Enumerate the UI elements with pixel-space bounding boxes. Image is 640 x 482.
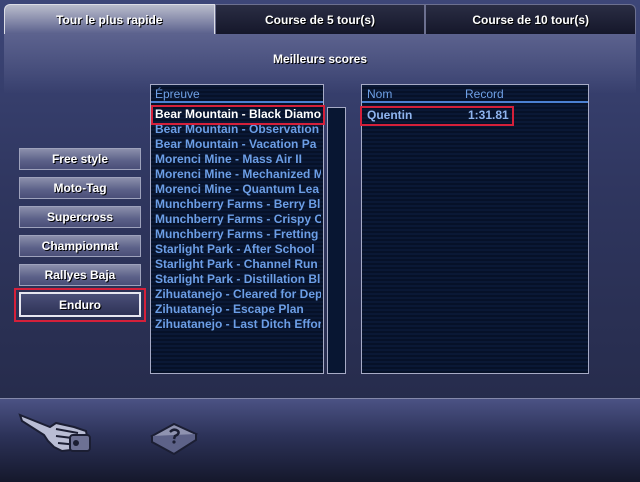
mode-button-championnat[interactable]: Championnat	[19, 235, 141, 257]
event-list-item[interactable]: Zihuatanejo - Cleared for Dep	[155, 287, 321, 302]
event-list-item[interactable]: Morenci Mine - Quantum Lea	[155, 182, 321, 197]
race-type-tabs: Tour le plus rapide Course de 5 tour(s) …	[4, 4, 637, 34]
scores-panel: Nom Record Quentin 1:31.81	[361, 84, 589, 374]
event-list-item[interactable]: Munchberry Farms - Crispy C	[155, 212, 321, 227]
event-list-item[interactable]: Munchberry Farms - Fretting	[155, 227, 321, 242]
mode-button-supercross[interactable]: Supercross	[19, 206, 141, 228]
score-record: 1:31.81	[468, 108, 509, 122]
event-list-item[interactable]: Starlight Park - After School	[155, 242, 321, 257]
event-list-header: Épreuve	[151, 85, 323, 103]
event-list-panel: Épreuve Bear Mountain - Black Diamo Bear…	[150, 84, 324, 374]
pointing-hand-icon[interactable]	[16, 405, 96, 457]
tab-5-laps[interactable]: Course de 5 tour(s)	[214, 4, 426, 34]
score-name: Quentin	[367, 108, 413, 122]
event-list: Bear Mountain - Black Diamo Bear Mountai…	[155, 107, 321, 332]
event-list-scrollbar[interactable]	[327, 107, 346, 374]
mode-button-enduro[interactable]: Enduro	[19, 292, 141, 317]
high-scores-screen: Tour le plus rapide Course de 5 tour(s) …	[0, 0, 640, 482]
event-list-item[interactable]: Bear Mountain - Vacation Pa	[155, 137, 321, 152]
page-title: Meilleurs scores	[272, 52, 368, 66]
name-column-header: Nom	[367, 87, 393, 101]
tab-10-laps[interactable]: Course de 10 tour(s)	[425, 4, 637, 34]
event-list-item[interactable]: Zihuatanejo - Last Ditch Effor	[155, 317, 321, 332]
tab-fastest-lap[interactable]: Tour le plus rapide	[4, 4, 215, 34]
help-book-icon[interactable]	[148, 418, 200, 458]
event-list-item[interactable]: Morenci Mine - Mass Air II	[155, 152, 321, 167]
event-list-item[interactable]: Bear Mountain - Black Diamo	[155, 107, 321, 122]
score-row: Quentin 1:31.81	[362, 108, 588, 123]
event-list-item[interactable]: Starlight Park - Distillation Bl	[155, 272, 321, 287]
mode-button-free-style[interactable]: Free style	[19, 148, 141, 170]
mode-button-rallyes-baja[interactable]: Rallyes Baja	[19, 264, 141, 286]
event-list-item[interactable]: Zihuatanejo - Escape Plan	[155, 302, 321, 317]
event-list-item[interactable]: Bear Mountain - Observation	[155, 122, 321, 137]
mode-button-moto-tag[interactable]: Moto-Tag	[19, 177, 141, 199]
record-column-header: Record	[465, 87, 504, 101]
event-list-item[interactable]: Starlight Park - Channel Run	[155, 257, 321, 272]
scores-header: Nom Record	[362, 85, 588, 103]
event-list-item[interactable]: Morenci Mine - Mechanized M	[155, 167, 321, 182]
bottom-bar	[0, 398, 640, 482]
event-list-item[interactable]: Munchberry Farms - Berry Bl	[155, 197, 321, 212]
